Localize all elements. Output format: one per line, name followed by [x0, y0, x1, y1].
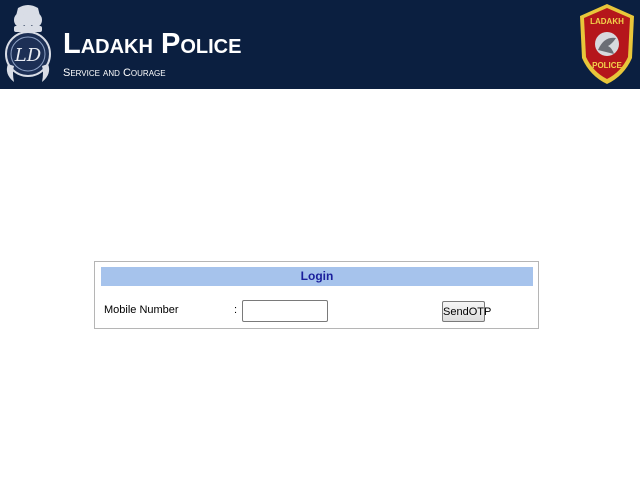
mobile-number-input[interactable] — [242, 300, 328, 322]
badge-text-bottom: POLICE — [592, 61, 622, 70]
site-tagline: Service and Courage — [63, 67, 166, 79]
site-title: Ladakh Police — [63, 28, 242, 60]
label-separator: : — [234, 304, 238, 316]
police-shoulder-badge-icon: LADAKH POLICE — [578, 2, 636, 86]
state-emblem-icon: LD — [2, 4, 54, 86]
badge-text-top: LADAKH — [590, 17, 624, 26]
send-otp-button[interactable]: SendOTP — [442, 301, 491, 322]
mobile-number-label: Mobile Number — [104, 304, 179, 316]
emblem-text: LD — [14, 45, 42, 66]
login-title: Login — [101, 267, 533, 286]
login-panel: Login Mobile Number : SendOTP — [94, 261, 539, 329]
site-header: LD Ladakh Police Service and Courage LAD… — [0, 0, 640, 89]
